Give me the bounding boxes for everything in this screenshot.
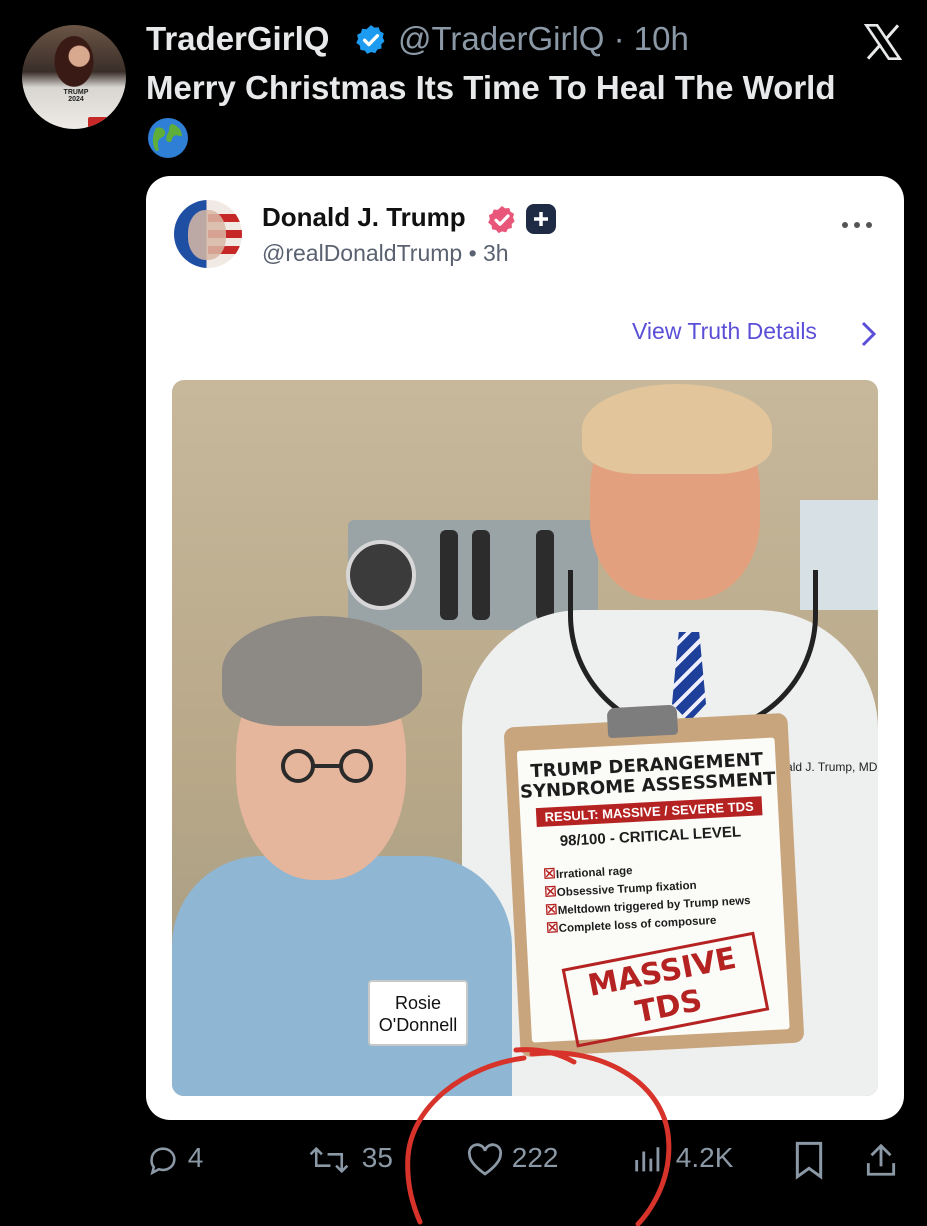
reply-count: 4 bbox=[187, 1142, 204, 1173]
views-count: 4.2K bbox=[675, 1142, 734, 1173]
more-icon[interactable] bbox=[840, 220, 874, 230]
glasses bbox=[281, 749, 373, 783]
wall-instrument bbox=[440, 530, 458, 620]
reply-button[interactable]: 4 bbox=[146, 1142, 203, 1177]
clipboard-checklist: Irrational rage Obsessive Trump fixation… bbox=[543, 854, 776, 938]
avatar-face bbox=[188, 210, 226, 260]
repost-button[interactable]: 35 bbox=[304, 1142, 393, 1177]
patient-hair bbox=[222, 616, 422, 726]
verified-icon bbox=[356, 25, 385, 54]
clipboard-paper: TRUMP DERANGEMENT SYNDROME ASSESSMENT RE… bbox=[516, 737, 790, 1048]
avatar-popcorn-cup bbox=[88, 117, 110, 129]
tweet-text: Merry Christmas Its Time To Heal The Wor… bbox=[146, 69, 836, 106]
doctor-hair bbox=[582, 384, 772, 474]
handle-and-time[interactable]: @TraderGirlQ · 10h bbox=[398, 20, 689, 58]
clipboard-result: RESULT: MASSIVE / SEVERE TDS bbox=[535, 796, 763, 828]
chevron-right-icon[interactable] bbox=[858, 320, 878, 348]
patient-nametag: Rosie O'Donnell bbox=[368, 980, 468, 1046]
nametag-line-2: O'Donnell bbox=[378, 1015, 458, 1035]
plus-icon bbox=[526, 204, 556, 234]
bookmark-icon[interactable] bbox=[792, 1140, 826, 1180]
repost-icon bbox=[309, 1146, 349, 1173]
post-image[interactable]: Donald J. Trump, MD Rosie O'Donnell TRUM… bbox=[172, 380, 878, 1096]
avatar[interactable]: TRUMP 2024 bbox=[22, 25, 126, 129]
clipboard-title: TRUMP DERANGEMENT SYNDROME ASSESSMENT bbox=[519, 749, 776, 803]
view-truth-details-link[interactable]: View Truth Details bbox=[632, 318, 817, 345]
avatar-shirt-text: TRUMP 2024 bbox=[63, 89, 89, 103]
repost-count: 35 bbox=[361, 1142, 393, 1173]
truth-verified-icon bbox=[488, 206, 515, 234]
reply-icon bbox=[150, 1147, 176, 1175]
globe-icon bbox=[148, 118, 188, 158]
clipboard-clip bbox=[606, 704, 679, 739]
wall-gauge bbox=[346, 540, 416, 610]
wall-instrument bbox=[472, 530, 490, 620]
truth-avatar[interactable] bbox=[174, 200, 242, 268]
clipboard-stamp: MASSIVE TDS bbox=[561, 931, 770, 1048]
display-name[interactable]: TraderGirlQ bbox=[146, 20, 329, 58]
share-icon[interactable] bbox=[862, 1140, 900, 1180]
x-logo-icon[interactable] bbox=[862, 22, 904, 62]
clipboard-score: 98/100 - CRITICAL LEVEL bbox=[559, 823, 742, 850]
truth-handle-time[interactable]: @realDonaldTrump • 3h bbox=[262, 240, 509, 267]
nametag-line-1: Rosie bbox=[394, 993, 442, 1013]
embedded-post-card[interactable]: Donald J. Trump @realDonaldTrump • 3h Vi… bbox=[146, 176, 904, 1120]
clipboard: TRUMP DERANGEMENT SYNDROME ASSESSMENT RE… bbox=[503, 704, 805, 1058]
red-annotation-circle bbox=[405, 1047, 672, 1226]
wall-instrument bbox=[536, 530, 554, 620]
truth-author-name[interactable]: Donald J. Trump bbox=[262, 202, 466, 233]
